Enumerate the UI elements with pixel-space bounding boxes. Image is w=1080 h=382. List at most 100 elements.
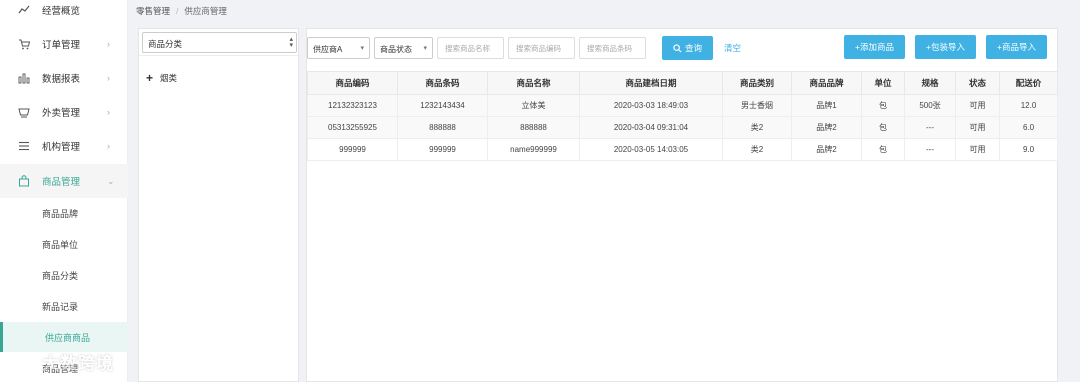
table-cell: 888888 bbox=[397, 116, 488, 139]
column-header[interactable]: 商品品牌 bbox=[791, 71, 862, 95]
tree-node-tobacco[interactable]: + 烟类 bbox=[146, 71, 177, 85]
search-code-input[interactable] bbox=[508, 37, 575, 59]
table-cell: 可用 bbox=[955, 94, 1000, 117]
table-row[interactable]: 999999 999999 name999999 2020-03-05 14:0… bbox=[307, 138, 1058, 161]
column-header[interactable]: 配送价 bbox=[999, 71, 1058, 95]
table-cell: 类2 bbox=[722, 138, 792, 161]
category-select[interactable]: 商品分类 ▴ ▾ bbox=[142, 32, 297, 53]
submenu-label: 新品记录 bbox=[42, 301, 79, 312]
table-cell: 立体美 bbox=[487, 94, 580, 117]
table-cell: 6.0 bbox=[999, 116, 1058, 139]
table-cell: 品牌2 bbox=[791, 138, 862, 161]
table-cell: 2020-03-04 09:31:04 bbox=[579, 116, 723, 139]
table-cell: name999999 bbox=[487, 138, 580, 161]
clear-link[interactable]: 清空 bbox=[724, 42, 741, 54]
menu-item-products[interactable]: 商品管理 ⌄ bbox=[0, 164, 128, 198]
expand-icon[interactable]: + bbox=[146, 71, 156, 85]
table-cell: 9.0 bbox=[999, 138, 1058, 161]
tree-node-label: 烟类 bbox=[160, 73, 178, 83]
category-select-value: 商品分类 bbox=[148, 39, 183, 49]
table-header-row: 商品编码 商品条码 商品名称 商品建档日期 商品类别 商品品牌 单位 规格 状态… bbox=[307, 71, 1058, 95]
menu-label: 数据报表 bbox=[42, 74, 81, 85]
trend-icon bbox=[17, 3, 31, 17]
pack-import-label: +包装导入 bbox=[926, 42, 965, 52]
menu-item-takeout[interactable]: 外卖管理 › bbox=[0, 95, 128, 129]
bar-chart-icon bbox=[17, 71, 31, 85]
column-header[interactable]: 状态 bbox=[955, 71, 1000, 95]
divider bbox=[139, 55, 298, 56]
watermark: 大数跨境 bbox=[8, 349, 114, 374]
chevron-down-icon: ⌄ bbox=[107, 175, 115, 186]
table-cell: --- bbox=[904, 138, 956, 161]
status-select-value: 商品状态 bbox=[380, 45, 412, 54]
product-table: 商品编码 商品条码 商品名称 商品建档日期 商品类别 商品品牌 单位 规格 状态… bbox=[307, 71, 1058, 161]
add-product-label: +添加商品 bbox=[855, 42, 894, 52]
search-icon bbox=[673, 43, 682, 53]
column-header[interactable]: 商品建档日期 bbox=[579, 71, 723, 95]
supplier-select[interactable]: 供应商A ▾ bbox=[307, 37, 370, 59]
cart-icon bbox=[17, 37, 31, 51]
column-header[interactable]: 商品类别 bbox=[722, 71, 792, 95]
column-header[interactable]: 规格 bbox=[904, 71, 956, 95]
column-header[interactable]: 商品条码 bbox=[397, 71, 488, 95]
table-cell: 男士香烟 bbox=[722, 94, 792, 117]
caret-down-icon: ▾ bbox=[360, 45, 364, 52]
table-cell: 888888 bbox=[487, 116, 580, 139]
table-cell: 包 bbox=[861, 138, 905, 161]
column-header[interactable]: 单位 bbox=[861, 71, 905, 95]
table-cell: 999999 bbox=[307, 138, 398, 161]
menu-label: 机构管理 bbox=[42, 142, 81, 153]
search-barcode-input[interactable] bbox=[579, 37, 646, 59]
table-cell: 1232143434 bbox=[397, 94, 488, 117]
menu-item-org[interactable]: 机构管理 › bbox=[0, 129, 128, 163]
status-select[interactable]: 商品状态 ▾ bbox=[374, 37, 433, 59]
menu-item-reports[interactable]: 数据报表 › bbox=[0, 61, 128, 95]
table-cell: 包 bbox=[861, 94, 905, 117]
table-cell: --- bbox=[904, 116, 956, 139]
list-icon bbox=[17, 139, 31, 153]
submenu-item-brand[interactable]: 商品品牌 bbox=[0, 198, 128, 228]
table-cell: 品牌1 bbox=[791, 94, 862, 117]
submenu-item-unit[interactable]: 商品单位 bbox=[0, 229, 128, 259]
sidebar: 经营概览 订单管理 › 数据报表 › 外卖管理 › 机构管理 › 商品管理 ⌄ … bbox=[0, 0, 128, 382]
table-row[interactable]: 12132323123 1232143434 立体美 2020-03-03 18… bbox=[307, 94, 1058, 117]
caret-down-icon: ▾ bbox=[423, 45, 427, 52]
bag-icon bbox=[17, 174, 31, 188]
query-button-label: 查询 bbox=[684, 43, 702, 53]
breadcrumb-separator: / bbox=[176, 6, 179, 16]
column-header[interactable]: 商品编码 bbox=[307, 71, 398, 95]
submenu-item-category[interactable]: 商品分类 bbox=[0, 260, 128, 290]
table-cell: 500张 bbox=[904, 94, 956, 117]
table-cell: 品牌2 bbox=[791, 116, 862, 139]
table-cell: 05313255925 bbox=[307, 116, 398, 139]
chevron-right-icon: › bbox=[107, 73, 110, 83]
submenu-item-new-records[interactable]: 新品记录 bbox=[0, 291, 128, 321]
pack-import-button[interactable]: +包装导入 bbox=[915, 35, 976, 59]
search-name-input[interactable] bbox=[437, 37, 504, 59]
breadcrumb: 零售管理 / 供应商管理 bbox=[136, 5, 227, 17]
category-panel: 商品分类 ▴ ▾ + 烟类 bbox=[138, 28, 299, 382]
table-cell: 类2 bbox=[722, 116, 792, 139]
table-cell: 2020-03-05 14:03:05 bbox=[579, 138, 723, 161]
chevron-right-icon: › bbox=[107, 107, 110, 117]
breadcrumb-root[interactable]: 零售管理 bbox=[136, 6, 170, 16]
table-row[interactable]: 05313255925 888888 888888 2020-03-04 09:… bbox=[307, 116, 1058, 139]
product-import-button[interactable]: +商品导入 bbox=[986, 35, 1047, 59]
menu-item-orders[interactable]: 订单管理 › bbox=[0, 27, 128, 61]
table-cell: 可用 bbox=[955, 116, 1000, 139]
menu-label: 外卖管理 bbox=[42, 108, 81, 119]
chevron-right-icon: › bbox=[107, 39, 110, 49]
supplier-select-value: 供应商A bbox=[313, 45, 343, 54]
menu-item-overview[interactable]: 经营概览 bbox=[0, 0, 128, 27]
table-cell: 12.0 bbox=[999, 94, 1058, 117]
submenu-item-supplier-products[interactable]: 供应商商品 bbox=[0, 322, 128, 352]
query-button[interactable]: 查询 bbox=[662, 36, 713, 60]
watermark-logo-icon bbox=[10, 353, 36, 370]
table-cell: 12132323123 bbox=[307, 94, 398, 117]
add-product-button[interactable]: +添加商品 bbox=[844, 35, 905, 59]
watermark-text: 大数跨境 bbox=[42, 354, 114, 373]
column-header[interactable]: 商品名称 bbox=[487, 71, 580, 95]
updown-caret-icon: ▴ ▾ bbox=[289, 36, 293, 49]
chevron-right-icon: › bbox=[107, 141, 110, 151]
product-import-label: +商品导入 bbox=[997, 42, 1036, 52]
